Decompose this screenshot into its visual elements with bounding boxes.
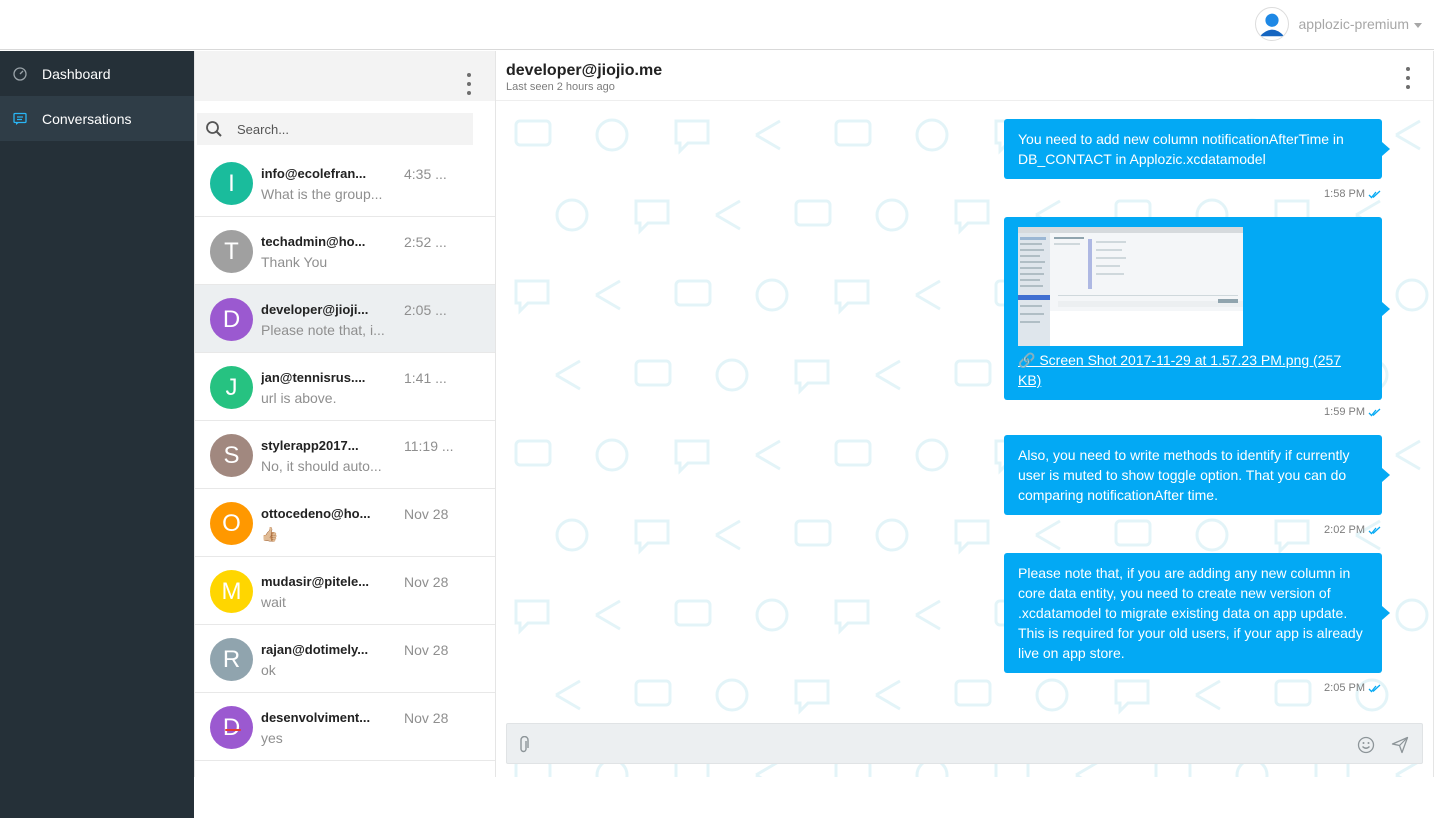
sidebar-item-dashboard[interactable]: Dashboard bbox=[0, 51, 194, 96]
chat-icon bbox=[12, 111, 28, 127]
message-bubble: Please note that, if you are adding any … bbox=[1004, 553, 1390, 673]
message-meta: 2:02 PM bbox=[1324, 524, 1382, 536]
conversation-preview: yes bbox=[261, 730, 283, 746]
attachment-icon[interactable] bbox=[513, 734, 535, 756]
account-menu[interactable]: applozic-premium bbox=[1254, 6, 1422, 42]
message-bubble-attachment: 🔗 Screen Shot 2017-11-29 at 1.57.23 PM.p… bbox=[1004, 217, 1390, 400]
conversation-preview: Thank You bbox=[261, 254, 328, 270]
conversation-name: developer@jioji... bbox=[261, 302, 369, 317]
avatar: T bbox=[210, 230, 253, 273]
sidebar: Dashboard Conversations bbox=[0, 51, 194, 818]
conversation-name: ottocedeno@ho... bbox=[261, 506, 371, 521]
attachment-thumbnail[interactable] bbox=[1018, 227, 1243, 346]
conversation-time: Nov 28 bbox=[404, 506, 449, 522]
message-text: You need to add new column notificationA… bbox=[1018, 131, 1344, 167]
chat-panel: developer@jiojio.me Last seen 2 hours ag… bbox=[496, 51, 1434, 777]
more-options-icon[interactable] bbox=[1398, 65, 1418, 91]
conversation-list-panel: Iinfo@ecolefran... What is the group... 4:… bbox=[194, 51, 496, 777]
message-text: Please note that, if you are adding any … bbox=[1018, 565, 1363, 661]
read-tick-icon bbox=[1368, 684, 1382, 693]
message-composer bbox=[506, 723, 1423, 764]
conversation-preview: ok bbox=[261, 662, 276, 678]
conversation-name: desenvolviment... bbox=[261, 710, 371, 725]
conversation-time: 11:19 ... bbox=[404, 438, 454, 454]
conversation-time: 1:41 ... bbox=[404, 370, 447, 386]
conversation-time: 4:35 ... bbox=[404, 166, 447, 182]
conversation-name: techadmin@ho... bbox=[261, 234, 366, 249]
conversation-item[interactable]: Rrajan@dotimely... ok Nov 28 bbox=[195, 625, 495, 693]
message-time: 2:05 PM bbox=[1324, 682, 1365, 694]
sidebar-item-conversations[interactable]: Conversations bbox=[0, 96, 194, 141]
message-time: 2:02 PM bbox=[1324, 524, 1365, 536]
conversation-list-header bbox=[195, 51, 495, 101]
avatar: D bbox=[210, 298, 253, 341]
conversation-time: 2:05 ... bbox=[404, 302, 447, 318]
search-input[interactable] bbox=[237, 121, 457, 137]
account-name: applozic-premium bbox=[1298, 16, 1409, 32]
sidebar-item-label: Dashboard bbox=[42, 65, 111, 82]
conversation-item[interactable]: Jjan@tennisrus.... url is above. 1:41 ... bbox=[195, 353, 495, 421]
read-tick-icon bbox=[1368, 526, 1382, 535]
message-bubble: Also, you need to write methods to ident… bbox=[1004, 435, 1390, 515]
dashboard-icon bbox=[12, 66, 28, 82]
user-avatar-icon bbox=[1254, 7, 1289, 41]
conversation-name: stylerapp2017... bbox=[261, 438, 359, 453]
message-time: 1:59 PM bbox=[1324, 406, 1365, 418]
last-seen-status: Last seen 2 hours ago bbox=[506, 81, 615, 93]
conversation-preview: What is the group... bbox=[261, 186, 383, 202]
conversation-item[interactable]: Ddeveloper@jioji... Please note that, i..… bbox=[195, 285, 495, 353]
chevron-down-icon bbox=[1414, 22, 1422, 28]
message-time: 1:58 PM bbox=[1324, 188, 1365, 200]
conversation-time: 2:52 ... bbox=[404, 234, 447, 250]
conversation-preview: url is above. bbox=[261, 390, 337, 406]
conversation-item[interactable]: Oottocedeno@ho... 👍🏼 Nov 28 bbox=[195, 489, 495, 557]
more-options-icon[interactable] bbox=[459, 71, 479, 97]
avatar: J bbox=[210, 366, 253, 409]
avatar: I bbox=[210, 162, 253, 205]
avatar: S bbox=[210, 434, 253, 477]
message-text: Also, you need to write methods to ident… bbox=[1018, 447, 1350, 503]
partial-avatar bbox=[225, 729, 241, 731]
conversation-name: mudasir@pitele... bbox=[261, 574, 370, 589]
read-tick-icon bbox=[1368, 190, 1382, 199]
conversation-item[interactable]: Mmudasir@pitele... wait Nov 28 bbox=[195, 557, 495, 625]
conversation-item[interactable]: Ttechadmin@ho... Thank You 2:52 ... bbox=[195, 217, 495, 285]
message-meta: 1:59 PM bbox=[1324, 406, 1382, 418]
conversation-preview: 👍🏼 bbox=[261, 526, 279, 542]
search-icon bbox=[206, 121, 222, 137]
conversation-item[interactable]: Iinfo@ecolefran... What is the group... 4:… bbox=[195, 149, 495, 217]
message-bubble: You need to add new column notificationA… bbox=[1004, 119, 1390, 179]
emoji-icon[interactable] bbox=[1355, 734, 1377, 756]
read-tick-icon bbox=[1368, 408, 1382, 417]
conversation-name: info@ecolefran... bbox=[261, 166, 367, 181]
chat-title: developer@jiojio.me bbox=[506, 62, 663, 79]
conversation-item[interactable]: Sstylerapp2017... No, it should auto... 11… bbox=[195, 421, 495, 489]
message-meta: 1:58 PM bbox=[1324, 188, 1382, 200]
top-bar: applozic-premium bbox=[0, 0, 1434, 50]
conversation-list: Iinfo@ecolefran... What is the group... 4:… bbox=[195, 149, 495, 761]
avatar: O bbox=[210, 502, 253, 545]
attachment-link[interactable]: 🔗 Screen Shot 2017-11-29 at 1.57.23 PM.p… bbox=[1018, 352, 1341, 388]
chat-header: developer@jiojio.me Last seen 2 hours ag… bbox=[496, 51, 1433, 101]
conversation-preview: Please note that, i... bbox=[261, 322, 385, 338]
send-icon[interactable] bbox=[1389, 734, 1411, 756]
sidebar-item-label: Conversations bbox=[42, 110, 132, 127]
conversation-time: Nov 28 bbox=[404, 710, 449, 726]
search-box bbox=[197, 113, 473, 145]
message-input[interactable] bbox=[539, 732, 1339, 756]
conversation-name: rajan@dotimely... bbox=[261, 642, 369, 657]
avatar: D bbox=[210, 706, 253, 749]
conversation-name: jan@tennisrus.... bbox=[261, 370, 366, 385]
conversation-time: Nov 28 bbox=[404, 642, 449, 658]
conversation-preview: wait bbox=[261, 594, 286, 610]
message-meta: 2:05 PM bbox=[1324, 682, 1382, 694]
conversation-time: Nov 28 bbox=[404, 574, 449, 590]
conversation-item[interactable]: Ddesenvolviment... yes Nov 28 bbox=[195, 693, 495, 761]
avatar: R bbox=[210, 638, 253, 681]
conversation-preview: No, it should auto... bbox=[261, 458, 382, 474]
avatar: M bbox=[210, 570, 253, 613]
